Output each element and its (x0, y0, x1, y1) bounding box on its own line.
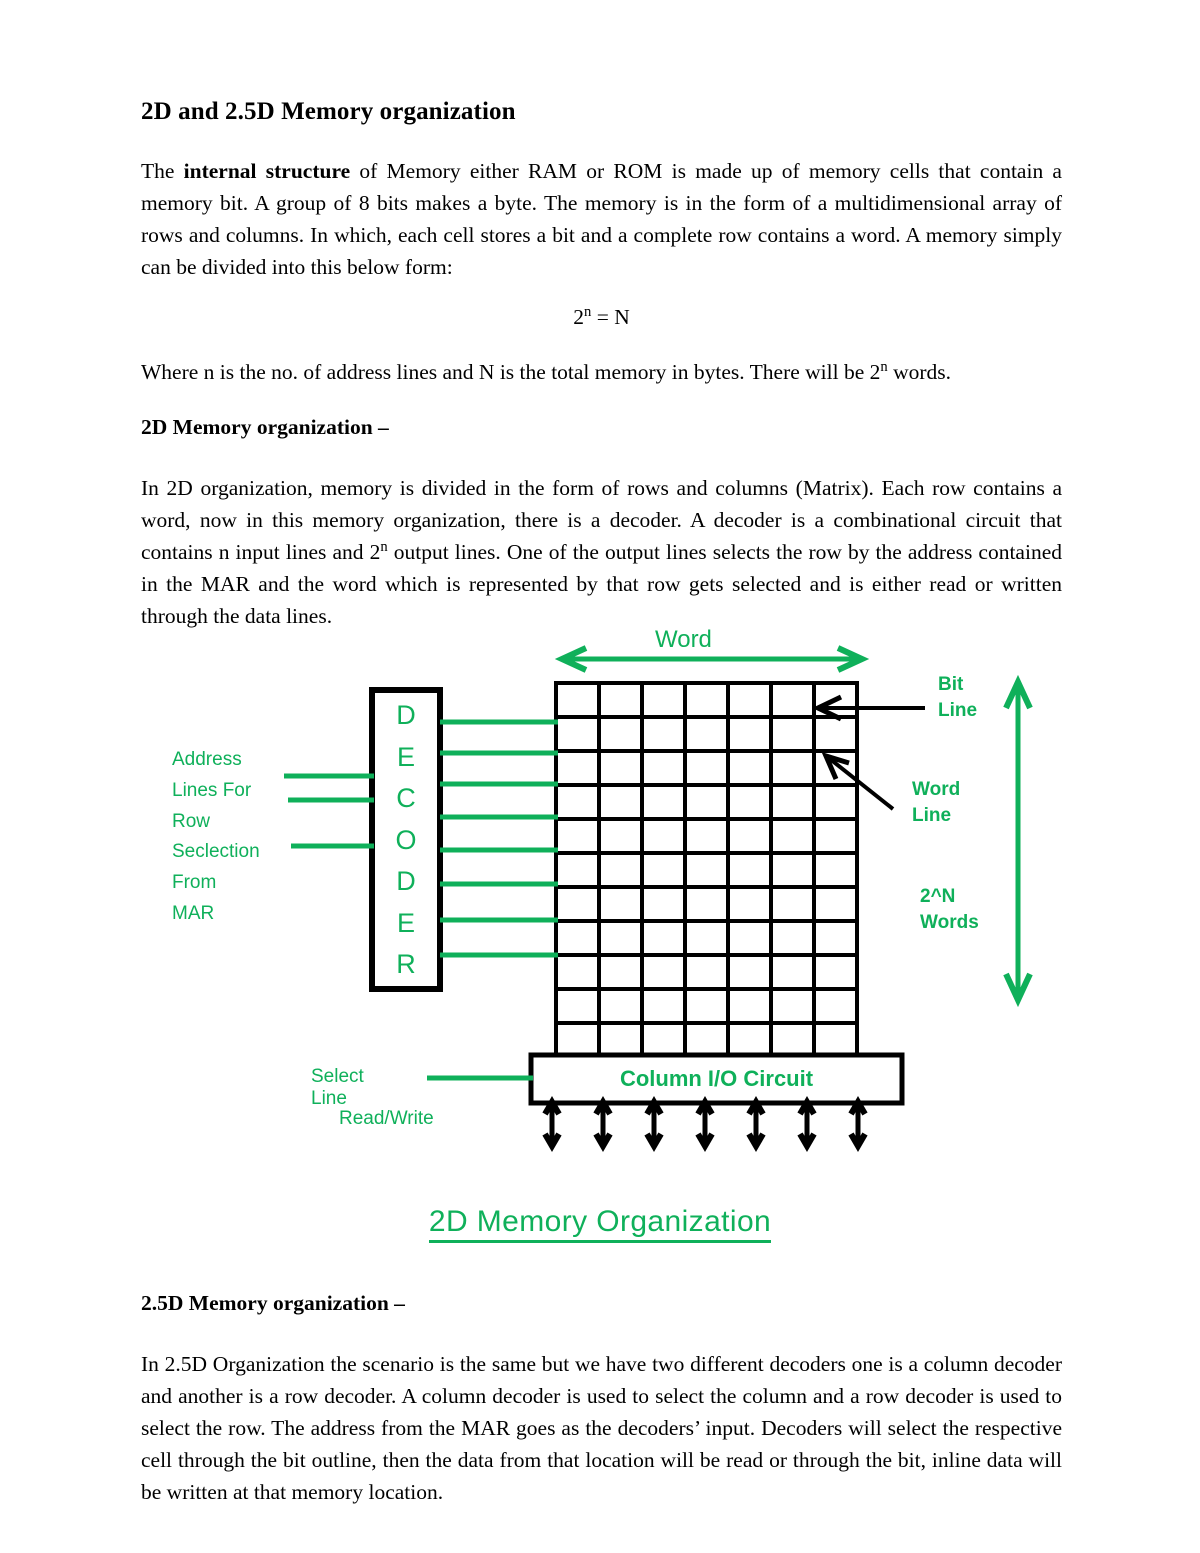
label-words-count-2: Words (920, 911, 979, 933)
document-content: 2D and 2.5D Memory organization The inte… (141, 0, 1062, 632)
label-words-count: 2^N Words (920, 884, 979, 935)
memory-cell-grid (554, 681, 859, 1059)
formula-base: 2 (573, 305, 585, 330)
figure-caption-text: 2D Memory Organization (428, 1205, 772, 1243)
figure-caption: 2D Memory Organization (0, 1205, 1200, 1243)
label-column-io-circuit: Column I/O Circuit (619, 1066, 814, 1091)
word-span-arrow (554, 645, 870, 673)
document-content-lower: 2.5D Memory organization – In 2.5D Organ… (141, 1288, 1062, 1508)
decoder-letter-e1: E (396, 741, 415, 772)
formula-2n-equals-n: 2n = N (141, 305, 1062, 330)
paragraph-25d-description: In 2.5D Organization the scenario is the… (141, 1352, 1062, 1505)
heading-2d-memory-organization: 2D Memory organization – (141, 415, 389, 440)
decoder-label-stack: D E C O D E R (372, 700, 440, 980)
para2-sup: n (880, 358, 888, 375)
bit-line-pointer (812, 694, 925, 722)
decoder-letter-c: C (396, 783, 416, 813)
label-bit-line: Bit Line (938, 672, 977, 723)
para2-part-b: words. (887, 360, 952, 385)
label-read-write: Read/Write (339, 1108, 434, 1129)
label-address-3: Row (172, 810, 211, 832)
word-line-pointer (821, 752, 895, 811)
io-bidirectional-arrows (542, 1096, 868, 1152)
para3-sup: n (380, 539, 388, 556)
paragraph-intro: The internal structure of Memory either … (141, 155, 1062, 283)
para1-bold: internal structure (183, 159, 351, 183)
para2-part-a: Where n is the no. of address lines and … (141, 360, 881, 385)
formula-rest: = N (591, 305, 630, 330)
label-word: Word (655, 626, 712, 653)
label-word-line: Word Line (912, 777, 960, 828)
words-count-arrow (1003, 674, 1033, 1008)
label-select-line: Select Line (311, 1066, 364, 1109)
decoder-letter-r: R (396, 949, 416, 979)
label-address-5: From MAR (172, 872, 217, 924)
page-title: 2D and 2.5D Memory organization (141, 98, 516, 125)
label-address-4: Seclection (172, 841, 260, 863)
decoder-letter-e2: E (396, 907, 415, 938)
decoder-letter-o: O (395, 824, 417, 855)
decoder-output-lines (440, 719, 558, 958)
paragraph-where-n: Where n is the no. of address lines and … (141, 356, 1062, 388)
label-address-2: Lines For (172, 779, 252, 801)
para1-part-a: The (141, 159, 184, 183)
label-word-line-2: Line (912, 804, 952, 826)
label-word-line-1: Word (912, 779, 961, 800)
decoder-letter-d2: D (396, 866, 416, 896)
label-words-count-1: 2^N (920, 886, 956, 907)
paragraph-2d-description: In 2D organization, memory is divided in… (141, 472, 1062, 632)
decoder-input-lines (284, 773, 374, 849)
label-bit-line-1: Bit (938, 674, 964, 695)
label-address-1: Address (172, 749, 242, 770)
document-page: 2D and 2.5D Memory organization The inte… (0, 0, 1200, 1553)
label-bit-line-2: Line (938, 699, 978, 721)
label-address-lines: Address Lines For Row Seclection From MA… (172, 745, 260, 930)
decoder-letter-d1: D (396, 700, 416, 730)
heading-25d-memory-organization: 2.5D Memory organization – (141, 1291, 405, 1315)
